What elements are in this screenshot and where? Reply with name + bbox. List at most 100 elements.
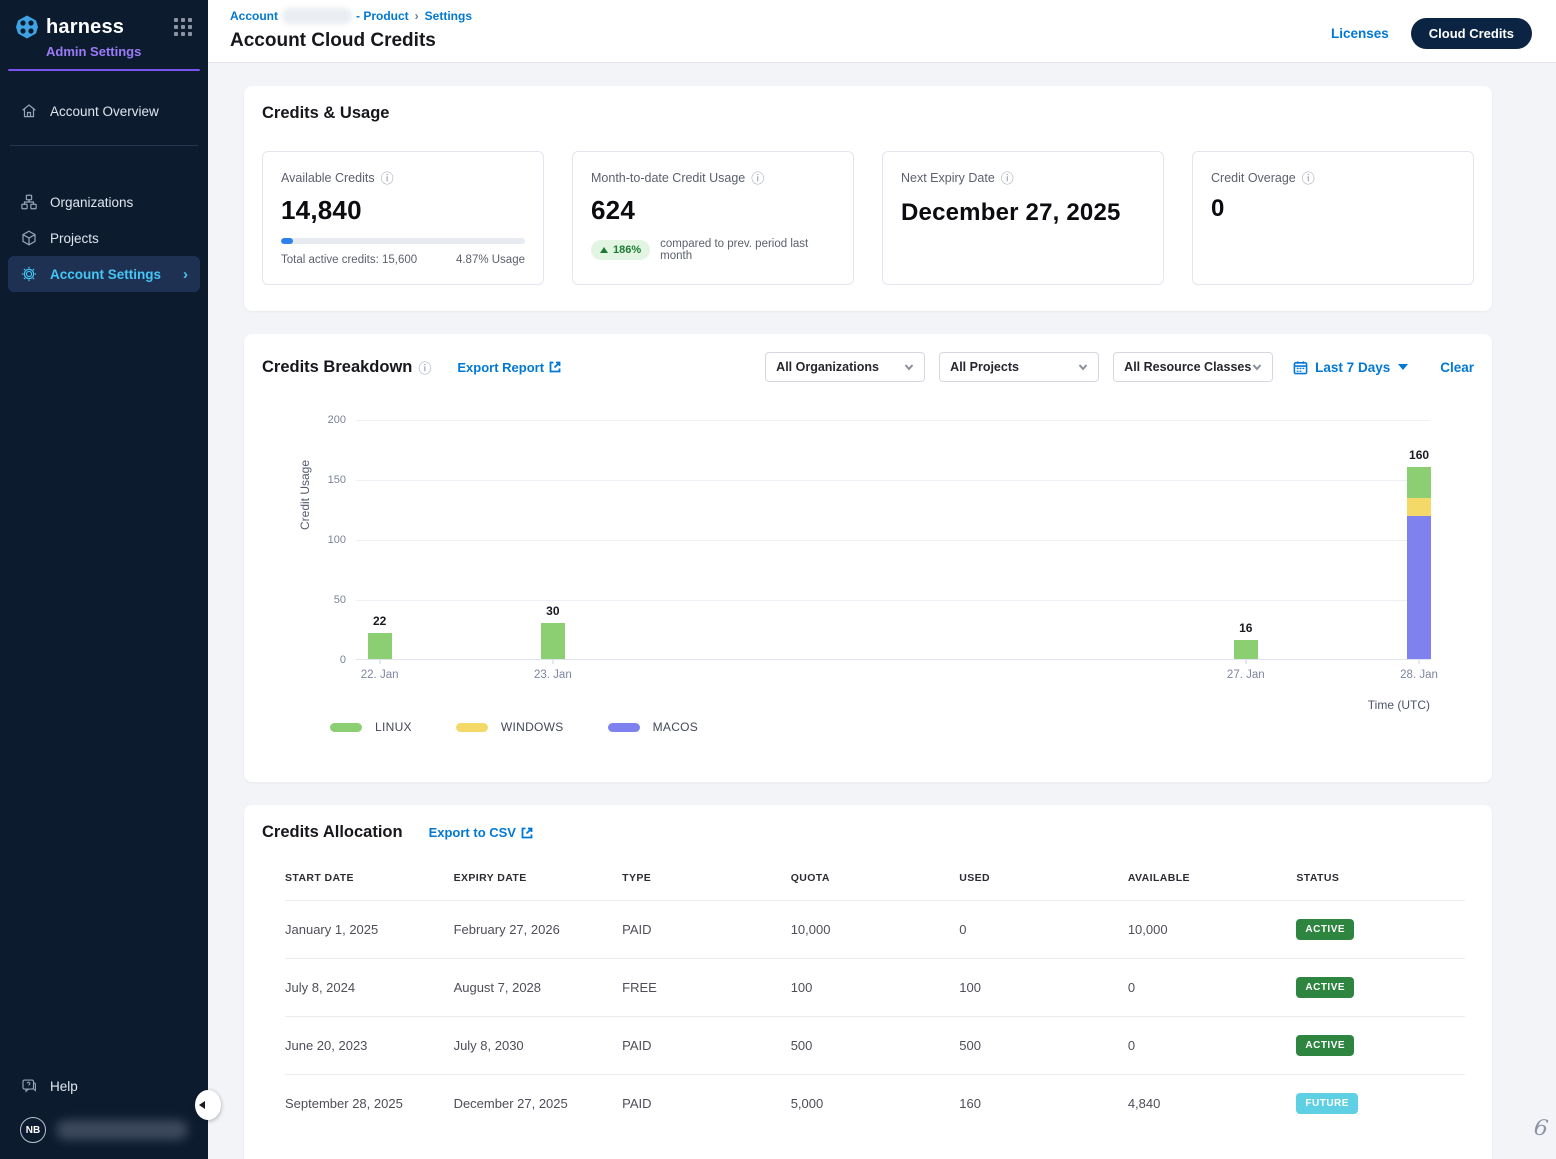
bar-segment-linux[interactable] (368, 633, 392, 659)
licenses-link[interactable]: Licenses (1331, 26, 1389, 41)
redacted-account-name (282, 8, 352, 24)
cell-type: FREE (622, 959, 791, 1017)
next-expiry-value: December 27, 2025 (901, 197, 1131, 229)
cell-expiry-date: February 27, 2026 (454, 901, 623, 959)
breadcrumb-separator: › (415, 9, 419, 23)
sidebar-collapse-button[interactable] (195, 1090, 221, 1120)
org-chart-icon (20, 193, 38, 211)
info-icon[interactable]: ⓘ (381, 168, 394, 187)
export-csv-link[interactable]: Export to CSV (429, 825, 533, 840)
next-expiry-card: Next Expiry Date ⓘ December 27, 2025 (882, 151, 1164, 285)
x-tick (1245, 660, 1246, 664)
bar-value-label: 16 (1239, 621, 1252, 635)
trend-up-icon (600, 247, 608, 253)
cell-available: 10,000 (1128, 901, 1297, 959)
allocation-table: START DATEEXPIRY DATETYPEQUOTAUSEDAVAILA… (285, 872, 1465, 1133)
bar-27-jan[interactable]: 16 (1234, 640, 1258, 659)
cell-expiry-date: August 7, 2028 (454, 959, 623, 1017)
cell-start-date: June 20, 2023 (285, 1017, 454, 1075)
table-row[interactable]: January 1, 2025February 27, 2026PAID10,0… (285, 901, 1465, 959)
cell-used: 500 (959, 1017, 1128, 1075)
y-tick-label: 200 (328, 414, 346, 426)
breadcrumb-product[interactable]: - Product (356, 9, 409, 23)
available-credits-label: Available Credits (281, 171, 375, 185)
filter-select-all-organizations[interactable]: All Organizations (765, 352, 925, 382)
column-header-start-date: START DATE (285, 872, 454, 901)
sidebar-item-account-settings[interactable]: Account Settings › (8, 256, 200, 292)
apps-grid-icon[interactable] (172, 16, 194, 38)
status-badge: ACTIVE (1296, 919, 1354, 940)
sidebar-item-label: Organizations (50, 195, 133, 210)
status-badge: ACTIVE (1296, 977, 1354, 998)
sidebar-item-organizations[interactable]: Organizations (0, 184, 208, 220)
table-row[interactable]: June 20, 2023July 8, 2030PAID5005000ACTI… (285, 1017, 1465, 1075)
filter-select-all-projects[interactable]: All Projects (939, 352, 1099, 382)
table-row[interactable]: July 8, 2024August 7, 2028FREE1001000ACT… (285, 959, 1465, 1017)
bar-value-label: 160 (1409, 448, 1429, 462)
breadcrumb-settings[interactable]: Settings (425, 9, 472, 23)
table-row[interactable]: September 28, 2025December 27, 2025PAID5… (285, 1075, 1465, 1133)
x-tick (1419, 660, 1420, 664)
bar-segment-linux[interactable] (1234, 640, 1258, 659)
bar-23-jan[interactable]: 30 (541, 623, 565, 659)
cell-status: FUTURE (1296, 1075, 1465, 1133)
breadcrumb-account[interactable]: Account (230, 9, 278, 23)
credit-overage-value: 0 (1211, 195, 1455, 223)
avatar[interactable]: NB (20, 1117, 46, 1143)
credit-overage-label: Credit Overage (1211, 171, 1296, 185)
legend-swatch (330, 723, 362, 732)
collapse-arrow-icon (199, 1101, 205, 1109)
info-icon[interactable]: ⓘ (418, 358, 431, 377)
x-tick-label: 22. Jan (361, 669, 399, 681)
help-button[interactable]: Help (20, 1077, 208, 1095)
gridline (356, 420, 1430, 421)
info-icon[interactable]: ⓘ (751, 168, 764, 187)
cell-status: ACTIVE (1296, 1017, 1465, 1075)
user-row[interactable]: NB (20, 1117, 208, 1143)
status-badge: ACTIVE (1296, 1035, 1354, 1056)
mtd-usage-label: Month-to-date Credit Usage (591, 171, 745, 185)
bar-segment-windows[interactable] (1407, 498, 1431, 516)
brand-name: harness (46, 16, 172, 39)
y-tick-label: 50 (334, 594, 346, 606)
sidebar-item-account-overview[interactable]: Account Overview (0, 93, 208, 129)
cell-start-date: September 28, 2025 (285, 1075, 454, 1133)
bar-segment-linux[interactable] (1407, 467, 1431, 498)
next-expiry-label: Next Expiry Date (901, 171, 995, 185)
cell-status: ACTIVE (1296, 901, 1465, 959)
info-icon[interactable]: ⓘ (1302, 168, 1315, 187)
legend-label: MACOS (653, 720, 699, 734)
y-axis-title: Credit Usage (298, 460, 312, 530)
bar-22-jan[interactable]: 22 (368, 633, 392, 659)
sidebar-item-projects[interactable]: Projects (0, 220, 208, 256)
chart-legend: LINUX WINDOWS MACOS (330, 720, 698, 734)
bar-28-jan[interactable]: 160 (1407, 467, 1431, 659)
date-range-picker[interactable]: Last 7 Days (1293, 360, 1408, 375)
export-report-link[interactable]: Export Report (457, 360, 561, 375)
app-window: harness Admin Settings Account Overview … (0, 0, 1556, 1159)
gridline (356, 540, 1430, 541)
date-range-label: Last 7 Days (1315, 360, 1390, 375)
external-link-icon (549, 361, 561, 373)
legend-item-linux[interactable]: LINUX (330, 720, 412, 734)
harness-logo-icon (14, 14, 40, 40)
bar-segment-linux[interactable] (541, 623, 565, 659)
chevron-down-icon (1078, 362, 1088, 372)
table-header-row: START DATEEXPIRY DATETYPEQUOTAUSEDAVAILA… (285, 872, 1465, 901)
info-icon[interactable]: ⓘ (1001, 168, 1014, 187)
credits-breakdown-panel: Credits Breakdown ⓘ Export Report All Or… (244, 334, 1492, 782)
legend-item-macos[interactable]: MACOS (608, 720, 699, 734)
legend-item-windows[interactable]: WINDOWS (456, 720, 564, 734)
filters: All Organizations All Projects All Resourc… (765, 352, 1273, 382)
cloud-credits-button[interactable]: Cloud Credits (1411, 18, 1532, 49)
cell-start-date: July 8, 2024 (285, 959, 454, 1017)
chevron-down-icon (904, 362, 914, 372)
filter-select-all-resource-classes[interactable]: All Resource Classes (1113, 352, 1273, 382)
mtd-usage-value: 624 (591, 195, 835, 226)
cell-status: ACTIVE (1296, 959, 1465, 1017)
bar-segment-macos[interactable] (1407, 516, 1431, 659)
credits-breakdown-chart: Credit Usage 0501001502002222. Jan3023. … (284, 420, 1450, 738)
chart-plot-area: 0501001502002222. Jan3023. Jan1627. Jan1… (356, 420, 1430, 660)
available-credits-value: 14,840 (281, 195, 525, 226)
clear-filters-link[interactable]: Clear (1440, 360, 1474, 375)
